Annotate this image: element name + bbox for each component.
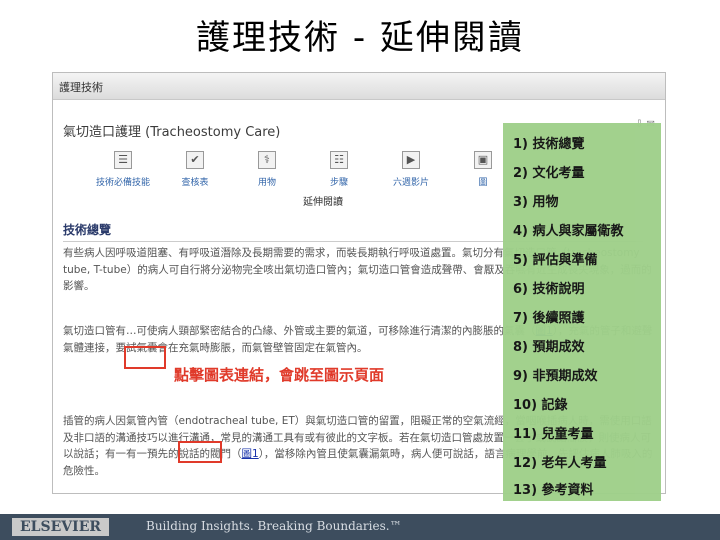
highlight-box — [178, 441, 222, 463]
screen-header: 護理技術 — [53, 73, 665, 100]
video-icon: ▶ — [402, 151, 420, 169]
tool-video[interactable]: ▶ 六週影片 — [379, 151, 443, 188]
footer-tagline: Building Insights. Breaking Boundaries.™ — [146, 519, 402, 533]
tool-label: 用物 — [257, 178, 276, 188]
document-icon: ☰ — [114, 151, 132, 169]
supplies-icon: ⚕ — [258, 151, 276, 169]
tool-skills[interactable]: ☰ 技術必備技能 — [91, 151, 155, 188]
elsevier-logo: ELSEVIER — [12, 518, 110, 536]
menu-item[interactable]: 12) 老年人考量 — [513, 452, 607, 471]
tool-label: 查核表 — [181, 178, 209, 188]
tool-label: 圖 — [478, 178, 488, 188]
tab-extended-reading[interactable]: 延伸閱讀 — [303, 193, 343, 208]
tool-label: 技術必備技能 — [95, 178, 150, 188]
paragraph-text: 氣切造口管有…可使病人頸部緊密結合的凸緣、外管或主要的氣道，可移除進行清潔的內膨… — [63, 325, 536, 337]
tool-steps[interactable]: ☷ 步驟 — [307, 151, 371, 188]
menu-item[interactable]: 8) 預期成效 — [513, 336, 585, 355]
menu-item[interactable]: 1) 技術總覽 — [513, 133, 585, 152]
tool-label: 六週影片 — [392, 178, 429, 188]
tool-label: 步驟 — [329, 178, 348, 188]
menu-item[interactable]: 13) 參考資料 — [513, 479, 594, 498]
figure-link[interactable]: 圖1 — [242, 448, 259, 460]
menu-item[interactable]: 4) 病人與家屬衛教 — [513, 220, 624, 239]
tool-checklist[interactable]: ✔ 查核表 — [163, 151, 227, 188]
slide-title: 護理技術 - 延伸閱讀 — [196, 18, 524, 58]
menu-item[interactable]: 3) 用物 — [513, 191, 559, 210]
menu-item[interactable]: 9) 非預期成效 — [513, 365, 598, 384]
section-title: 技術總覽 — [63, 223, 112, 237]
skill-toolbar: ☰ 技術必備技能 ✔ 查核表 ⚕ 用物 ☷ 步驟 ▶ 六週影片 ▣ 圖 — [91, 151, 511, 203]
section-menu: 1) 技術總覽 2) 文化考量 3) 用物 4) 病人與家屬衛教 5) 評估與準… — [503, 123, 661, 501]
menu-item[interactable]: 6) 技術說明 — [513, 278, 585, 297]
topic-title: 氣切造口護理 (Tracheostomy Care) — [63, 125, 281, 140]
tool-supplies[interactable]: ⚕ 用物 — [235, 151, 299, 188]
footer-bar: ELSEVIER Building Insights. Breaking Bou… — [0, 514, 720, 540]
steps-icon: ☷ — [330, 151, 348, 169]
image-icon: ▣ — [474, 151, 492, 169]
menu-item[interactable]: 11) 兒童考量 — [513, 423, 594, 442]
menu-item[interactable]: 5) 評估與準備 — [513, 249, 598, 268]
screen-header-label: 護理技術 — [59, 81, 103, 94]
menu-item[interactable]: 10) 記錄 — [513, 394, 568, 413]
checklist-icon: ✔ — [186, 151, 204, 169]
menu-item[interactable]: 7) 後續照護 — [513, 307, 585, 326]
menu-item[interactable]: 2) 文化考量 — [513, 162, 585, 181]
callout-text: 點擊圖表連結，會跳至圖示頁面 — [174, 366, 385, 384]
highlight-box — [124, 346, 166, 369]
